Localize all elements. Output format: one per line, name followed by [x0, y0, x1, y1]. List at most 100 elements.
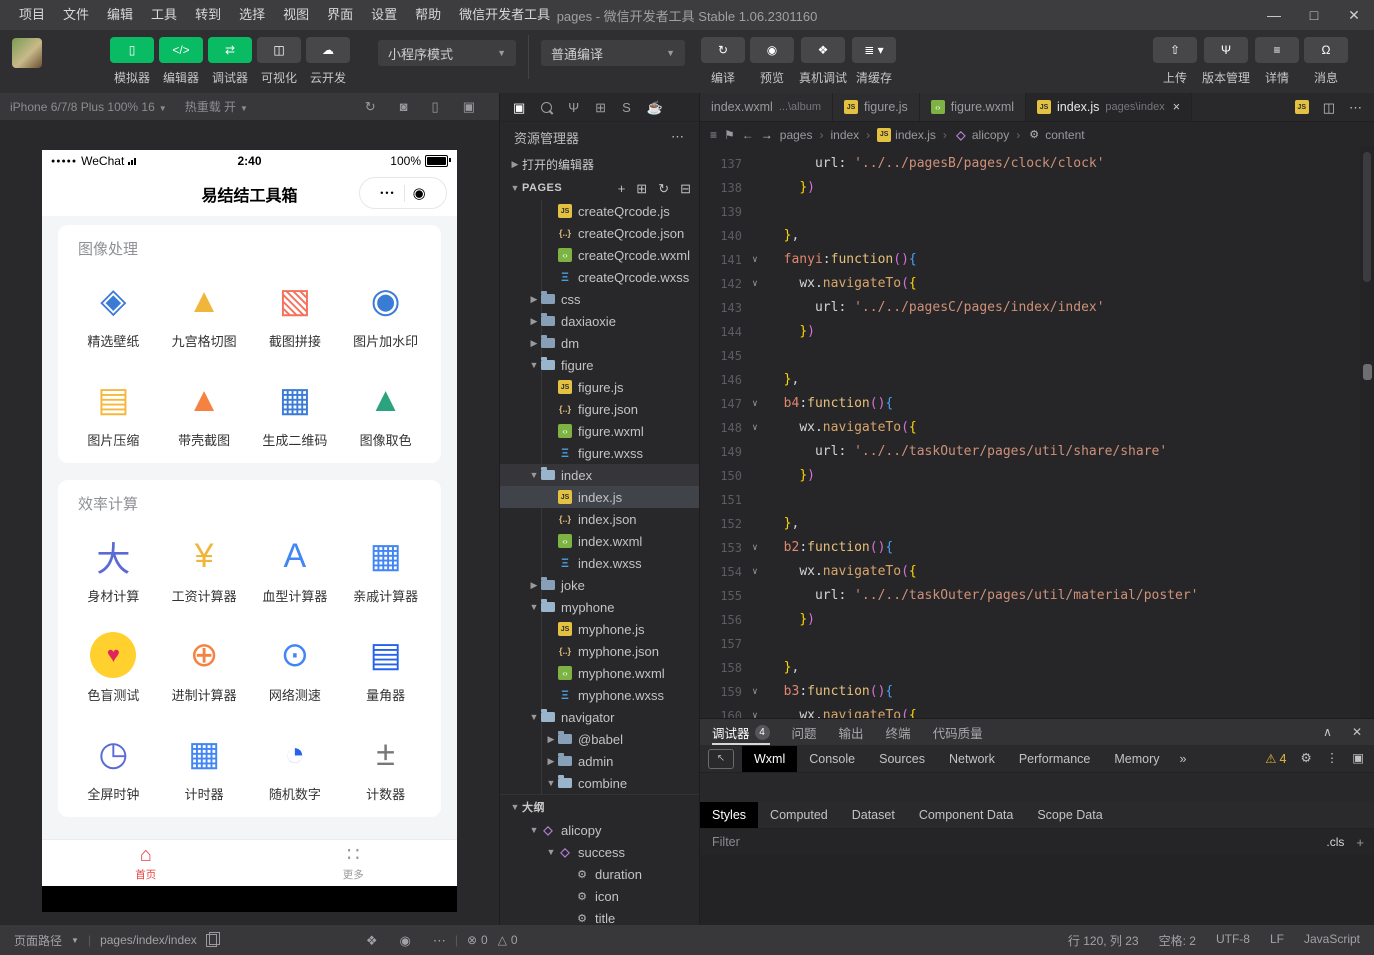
- compile-mode-select[interactable]: 普通编译 ▼: [541, 40, 685, 66]
- status-item[interactable]: 行 120, 列 23: [1068, 932, 1139, 949]
- tree-item[interactable]: ▼◇alicopy: [500, 819, 699, 841]
- explorer-more-icon[interactable]: ⋯: [671, 129, 685, 145]
- chevron-right-icon[interactable]: ▶: [527, 294, 541, 305]
- tree-item[interactable]: ‹›myphone.wxml: [500, 662, 699, 684]
- styles-subtab[interactable]: Scope Data: [1025, 802, 1114, 828]
- device-select[interactable]: iPhone 6/7/8 Plus 100% 16▼: [10, 100, 167, 114]
- source-control-icon[interactable]: Ψ: [568, 101, 579, 114]
- styles-subtab[interactable]: Dataset: [840, 802, 907, 828]
- warning-count[interactable]: ⚠4: [1265, 751, 1286, 766]
- devtools-tab[interactable]: Wxml: [742, 746, 797, 772]
- chevron-right-icon[interactable]: ▶: [544, 756, 558, 767]
- bug-icon[interactable]: ❖: [366, 934, 378, 947]
- tree-item[interactable]: {..}index.json: [500, 508, 699, 530]
- tool-item[interactable]: ▲九宫格切图: [159, 263, 250, 362]
- tool-item[interactable]: ▦亲戚计算器: [340, 518, 431, 617]
- tool-item[interactable]: ▧截图拼接: [250, 263, 341, 362]
- chevron-down-icon[interactable]: ▼: [544, 847, 558, 857]
- tree-item[interactable]: ▶css: [500, 288, 699, 310]
- more-actions-icon[interactable]: ⋯: [1349, 101, 1362, 114]
- breadcrumb-item[interactable]: pages: [780, 128, 813, 142]
- details-button[interactable]: ≡详情: [1255, 37, 1299, 86]
- status-item[interactable]: JavaScript: [1304, 932, 1360, 949]
- chevron-right-icon[interactable]: ▶: [527, 580, 541, 591]
- tree-item[interactable]: ▼index: [500, 464, 699, 486]
- chevron-right-icon[interactable]: ▶: [527, 316, 541, 327]
- cloud-dev-button[interactable]: ☁云开发: [306, 37, 350, 86]
- scrollbar-thumb[interactable]: [1363, 152, 1371, 282]
- remote-debug-button[interactable]: ❖真机调试: [799, 37, 847, 86]
- outline-icon[interactable]: ≡: [710, 129, 717, 141]
- menu-item[interactable]: 设置: [362, 0, 406, 30]
- scroll-marker[interactable]: [1363, 364, 1372, 380]
- device-icon[interactable]: ▯: [432, 100, 439, 113]
- detach-window-icon[interactable]: ▣: [1352, 752, 1364, 765]
- tree-item[interactable]: {..}myphone.json: [500, 640, 699, 662]
- tool-item[interactable]: ▲图像取色: [340, 362, 431, 461]
- kebab-menu-icon[interactable]: ⋮: [1326, 752, 1339, 765]
- tree-item[interactable]: ▼figure: [500, 354, 699, 376]
- devtools-tab[interactable]: Sources: [867, 746, 937, 772]
- tree-item[interactable]: ▼myphone: [500, 596, 699, 618]
- cls-toggle[interactable]: .cls: [1326, 835, 1344, 849]
- fold-chevron-icon[interactable]: ∨: [742, 560, 768, 584]
- menu-item[interactable]: 帮助: [406, 0, 450, 30]
- chevron-right-icon[interactable]: ▶: [527, 338, 541, 349]
- breadcrumb-item[interactable]: index: [830, 128, 859, 142]
- tree-item[interactable]: Ξindex.wxss: [500, 552, 699, 574]
- tool-item[interactable]: ◈精选壁纸: [68, 263, 159, 362]
- fold-chevron-icon[interactable]: ∨: [742, 248, 768, 272]
- status-item[interactable]: LF: [1270, 932, 1284, 949]
- chevron-down-icon[interactable]: ▼: [544, 778, 558, 788]
- devtools-tab[interactable]: Console: [797, 746, 867, 772]
- messages-button[interactable]: Ω消息: [1304, 37, 1348, 86]
- panel-tab[interactable]: 终端: [886, 719, 911, 745]
- tool-item[interactable]: 大身材计算: [68, 518, 159, 617]
- status-item[interactable]: 空格: 2: [1159, 932, 1196, 949]
- chevron-right-icon[interactable]: ▶: [544, 734, 558, 745]
- forward-icon[interactable]: →: [761, 129, 773, 141]
- tool-item[interactable]: A血型计算器: [250, 518, 341, 617]
- back-icon[interactable]: ←: [742, 129, 754, 141]
- editor-tab[interactable]: ‹›figure.wxml: [920, 93, 1026, 121]
- tab-home[interactable]: ⌂首页: [42, 840, 250, 886]
- styles-subtab[interactable]: Component Data: [907, 802, 1026, 828]
- tree-item[interactable]: ▼◇success: [500, 841, 699, 863]
- panel-tab[interactable]: 代码质量: [933, 719, 983, 745]
- tool-item[interactable]: ▲带壳截图: [159, 362, 250, 461]
- rotate-icon[interactable]: ↻: [365, 100, 376, 113]
- tree-item[interactable]: ‹›index.wxml: [500, 530, 699, 552]
- project-avatar[interactable]: [12, 38, 42, 68]
- tool-item[interactable]: ▤量角器: [340, 617, 431, 716]
- tree-item[interactable]: JScreateQrcode.js: [500, 200, 699, 222]
- status-item[interactable]: UTF-8: [1216, 932, 1250, 949]
- styles-subtab[interactable]: Computed: [758, 802, 840, 828]
- copy-path-icon[interactable]: [206, 934, 217, 947]
- tool-item[interactable]: ▤图片压缩: [68, 362, 159, 461]
- menu-item[interactable]: 文件: [54, 0, 98, 30]
- tree-item[interactable]: ▶daxiaoxie: [500, 310, 699, 332]
- fold-chevron-icon[interactable]: ∨: [742, 704, 768, 718]
- breadcrumb-item[interactable]: JSindex.js: [877, 128, 936, 142]
- settings-gear-icon[interactable]: ⚙: [1300, 752, 1311, 765]
- tree-item[interactable]: ⚙icon: [500, 885, 699, 907]
- chevron-down-icon[interactable]: ▼: [527, 825, 541, 835]
- filter-input[interactable]: [710, 834, 1318, 850]
- menu-item[interactable]: 界面: [318, 0, 362, 30]
- tree-item[interactable]: ▶admin: [500, 750, 699, 772]
- inspect-element-icon[interactable]: ↖: [708, 749, 734, 769]
- fold-chevron-icon[interactable]: ∨: [742, 272, 768, 296]
- tree-item[interactable]: ▶dm: [500, 332, 699, 354]
- tree-item[interactable]: ⚙duration: [500, 863, 699, 885]
- menu-item[interactable]: 视图: [274, 0, 318, 30]
- collapse-panel-icon[interactable]: ∧: [1323, 726, 1332, 738]
- simulator-button[interactable]: ▯模拟器: [110, 37, 154, 86]
- panel-tab[interactable]: 调试器4: [712, 719, 770, 745]
- close-panel-icon[interactable]: ✕: [1352, 726, 1362, 738]
- assistant-icon[interactable]: ☕: [647, 101, 663, 114]
- visualizer-button[interactable]: ◫可视化: [257, 37, 301, 86]
- fold-chevron-icon[interactable]: ∨: [742, 392, 768, 416]
- tree-item[interactable]: ‹›figure.wxml: [500, 420, 699, 442]
- breadcrumb-item[interactable]: ⚙content: [1027, 128, 1084, 142]
- menu-item[interactable]: 转到: [186, 0, 230, 30]
